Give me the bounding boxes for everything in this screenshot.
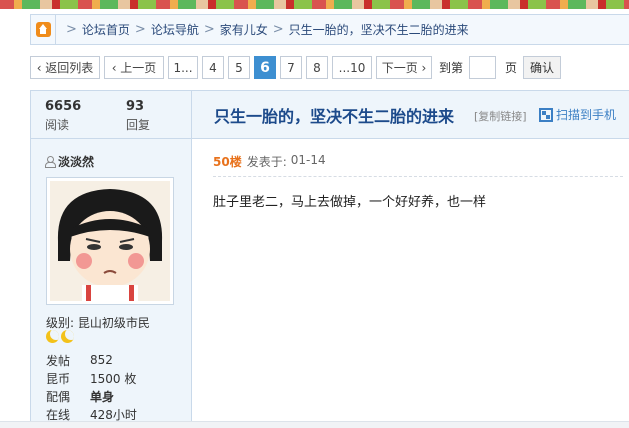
replies-stat: 93 回复 bbox=[126, 99, 150, 133]
post-container: 6656 阅读 93 回复 只生一胎的，坚决不生二胎的进来 [复制链接] 扫描到… bbox=[30, 90, 629, 428]
author-stat-row: 配偶 单身 bbox=[46, 387, 137, 405]
stat-value: 852 bbox=[90, 353, 113, 367]
author-stat-row: 发帖 852 bbox=[46, 351, 137, 369]
replies-count: 93 bbox=[126, 99, 145, 114]
moon-icon bbox=[46, 330, 59, 343]
level-badge bbox=[46, 330, 76, 343]
current-page-button[interactable]: 6 bbox=[254, 56, 276, 79]
avatar-image bbox=[50, 181, 170, 301]
goto-confirm-button[interactable]: 确认 bbox=[523, 56, 562, 79]
page-button[interactable]: 1... bbox=[168, 56, 198, 79]
floor-number[interactable]: 50楼 bbox=[213, 153, 242, 170]
breadcrumb: > 论坛首页 > 论坛导航 > 家有儿女 > 只生一胎的，坚决不生二胎的进来 bbox=[30, 14, 629, 45]
home-icon bbox=[35, 22, 51, 37]
replies-label: 回复 bbox=[126, 118, 151, 132]
level-label: 级别: bbox=[46, 316, 75, 330]
copy-link-button[interactable]: [复制链接] bbox=[474, 108, 527, 124]
breadcrumb-forum-nav[interactable]: 论坛导航 bbox=[151, 21, 199, 38]
breadcrumb-separator: > bbox=[203, 22, 215, 37]
qr-code-icon bbox=[539, 107, 553, 122]
goto-label: 到第 bbox=[439, 61, 464, 75]
stat-value: 1500 枚 bbox=[90, 371, 137, 386]
bottom-scrollbar[interactable] bbox=[0, 421, 629, 428]
author-name-row: 淡淡然 bbox=[45, 153, 94, 170]
views-count: 6656 bbox=[45, 99, 82, 114]
posted-label: 发表于: bbox=[246, 155, 287, 169]
back-to-list-button[interactable]: ‹ 返回列表 bbox=[30, 56, 100, 79]
prev-page-button[interactable]: ‹ 上一页 bbox=[104, 56, 164, 79]
page-button[interactable]: 7 bbox=[280, 56, 302, 79]
goto-page-input[interactable] bbox=[469, 56, 497, 79]
home-button[interactable] bbox=[31, 15, 56, 44]
page-button[interactable]: 8 bbox=[306, 56, 328, 79]
last-page-button[interactable]: ...10 bbox=[332, 56, 372, 79]
views-label: 阅读 bbox=[45, 118, 70, 132]
post-meta: 50楼 发表于: 01-14 bbox=[213, 153, 623, 177]
author-name[interactable]: 淡淡然 bbox=[58, 153, 94, 170]
next-page-button[interactable]: 下一页 › bbox=[376, 56, 432, 79]
thread-stats: 6656 阅读 93 回复 bbox=[31, 91, 192, 138]
thread-header: 6656 阅读 93 回复 只生一胎的，坚决不生二胎的进来 [复制链接] 扫描到… bbox=[31, 91, 629, 139]
page-button[interactable]: 5 bbox=[228, 56, 250, 79]
top-banner bbox=[0, 0, 629, 9]
level-value: 昆山初级市民 bbox=[77, 316, 150, 330]
stat-key: 昆币 bbox=[46, 371, 71, 386]
breadcrumb-board[interactable]: 家有儿女 bbox=[220, 21, 268, 38]
scan-to-phone-button[interactable]: 扫描到手机 bbox=[539, 106, 616, 123]
breadcrumb-separator: > bbox=[134, 22, 146, 37]
breadcrumb-separator: > bbox=[66, 22, 77, 37]
user-icon bbox=[45, 156, 56, 168]
author-stats: 发帖 852 昆币 1500 枚 配偶 单身 在线 428小时 bbox=[46, 351, 137, 423]
pagination: ‹ 返回列表 ‹ 上一页 1... 4 5 6 7 8 ...10 下一页 › … bbox=[30, 56, 562, 79]
stat-key: 发帖 bbox=[46, 353, 71, 368]
stat-key: 在线 bbox=[46, 407, 71, 422]
scan-to-phone-label: 扫描到手机 bbox=[556, 108, 617, 122]
moon-icon bbox=[61, 330, 74, 343]
stat-key: 配偶 bbox=[46, 389, 71, 404]
breadcrumb-forum-home[interactable]: 论坛首页 bbox=[82, 21, 130, 38]
stat-value: 428小时 bbox=[90, 407, 137, 422]
post-content: 50楼 发表于: 01-14 肚子里老二，马上去做掉，一个好好养，也一样 bbox=[193, 139, 629, 428]
breadcrumb-thread[interactable]: 只生一胎的，坚决不生二胎的进来 bbox=[289, 21, 469, 38]
page-button[interactable]: 4 bbox=[202, 56, 224, 79]
thread-title: 只生一胎的，坚决不生二胎的进来 bbox=[214, 107, 455, 126]
breadcrumb-separator: > bbox=[272, 22, 284, 37]
author-panel: 淡淡然 级别: 昆山初级市民 发帖 852 昆币 1500 枚 配偶 单身 在线… bbox=[31, 139, 192, 428]
avatar[interactable] bbox=[46, 177, 174, 305]
stat-value: 单身 bbox=[90, 389, 115, 404]
posted-time: 01-14 bbox=[290, 153, 326, 167]
views-stat: 6656 阅读 bbox=[45, 99, 81, 133]
author-level: 级别: 昆山初级市民 bbox=[46, 314, 150, 331]
author-stat-row: 昆币 1500 枚 bbox=[46, 369, 137, 387]
post-body: 肚子里老二，马上去做掉，一个好好养，也一样 bbox=[213, 195, 487, 210]
page-unit-label: 页 bbox=[505, 61, 518, 75]
